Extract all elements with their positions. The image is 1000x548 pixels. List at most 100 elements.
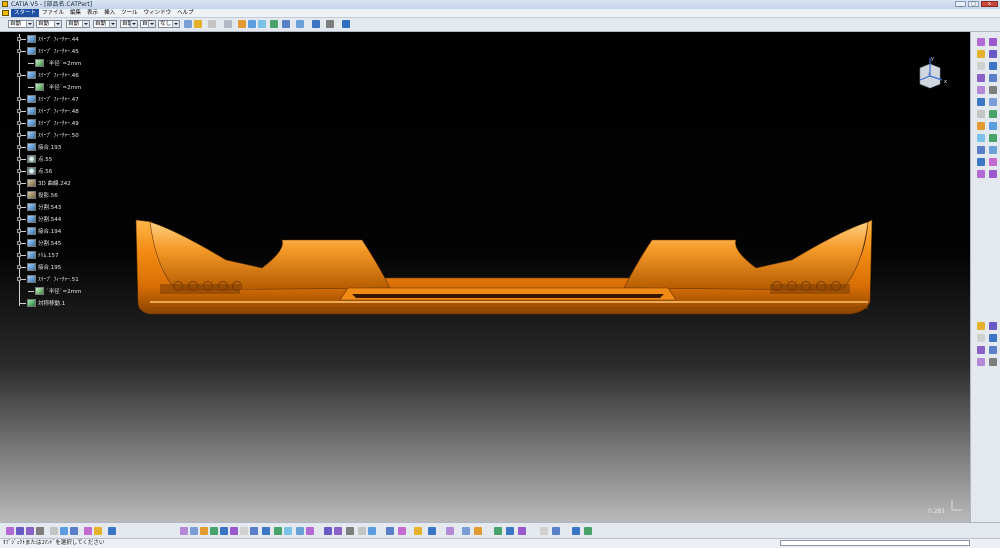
workbench-tool-icon[interactable] [989, 346, 997, 354]
start-menu-icon[interactable] [2, 10, 9, 16]
standard-tool-icon[interactable] [358, 527, 366, 535]
workbench-tool-icon[interactable] [977, 74, 985, 82]
transparency-combo[interactable]: 自動 [36, 20, 62, 28]
rendering-style-combo[interactable]: 自動 [140, 20, 156, 28]
standard-tool-icon[interactable] [16, 527, 24, 535]
workbench-tool-icon[interactable] [977, 50, 985, 58]
standard-tool-icon[interactable] [414, 527, 422, 535]
standard-tool-icon[interactable] [262, 527, 270, 535]
standard-tool-icon[interactable] [296, 527, 304, 535]
workbench-tool-icon[interactable] [989, 74, 997, 82]
blend-icon[interactable] [248, 20, 256, 28]
workbench-tool-icon[interactable] [989, 38, 997, 46]
workbench-tool-icon[interactable] [989, 134, 997, 142]
command-input[interactable] [780, 540, 970, 546]
standard-tool-icon[interactable] [428, 527, 436, 535]
standard-tool-icon[interactable] [70, 527, 78, 535]
workbench-tool-icon[interactable] [977, 146, 985, 154]
workbench-tool-icon[interactable] [989, 322, 997, 330]
standard-tool-icon[interactable] [60, 527, 68, 535]
menu-tools[interactable]: ツール [118, 9, 141, 17]
line-thickness-combo[interactable]: 自動 [66, 20, 90, 28]
compass-widget[interactable]: y x z [914, 54, 952, 90]
standard-tool-icon[interactable] [274, 527, 282, 535]
menu-window[interactable]: ウィンドウ [141, 9, 175, 17]
workbench-tool-icon[interactable] [977, 346, 985, 354]
workbench-tool-icon[interactable] [977, 334, 985, 342]
standard-tool-icon[interactable] [284, 527, 292, 535]
standard-tool-icon[interactable] [552, 527, 560, 535]
workbench-tool-icon[interactable] [989, 334, 997, 342]
menu-view[interactable]: 表示 [84, 9, 101, 17]
maximize-button[interactable]: □ [968, 1, 979, 7]
workbench-tool-icon[interactable] [977, 98, 985, 106]
standard-tool-icon[interactable] [190, 527, 198, 535]
workbench-tool-icon[interactable] [977, 358, 985, 366]
analysis-icon[interactable] [326, 20, 334, 28]
help-icon[interactable] [342, 20, 350, 28]
workbench-tool-icon[interactable] [989, 98, 997, 106]
standard-tool-icon[interactable] [108, 527, 116, 535]
workbench-tool-icon[interactable] [977, 122, 985, 130]
workbench-tool-icon[interactable] [977, 110, 985, 118]
workbench-tool-icon[interactable] [989, 62, 997, 70]
standard-tool-icon[interactable] [230, 527, 238, 535]
workbench-tool-icon[interactable] [989, 110, 997, 118]
point-symbol-combo[interactable]: 自動 [120, 20, 138, 28]
sketch-icon[interactable] [224, 20, 232, 28]
workbench-tool-icon[interactable] [989, 158, 997, 166]
standard-tool-icon[interactable] [324, 527, 332, 535]
line-type-combo[interactable]: 自動 [93, 20, 117, 28]
workbench-tool-icon[interactable] [989, 122, 997, 130]
standard-tool-icon[interactable] [540, 527, 548, 535]
standard-tool-icon[interactable] [386, 527, 394, 535]
standard-tool-icon[interactable] [506, 527, 514, 535]
painter-icon[interactable] [184, 20, 192, 28]
workbench-tool-icon[interactable] [989, 146, 997, 154]
workbench-tool-icon[interactable] [989, 170, 997, 178]
workbench-tool-icon[interactable] [989, 86, 997, 94]
standard-tool-icon[interactable] [446, 527, 454, 535]
standard-tool-icon[interactable] [36, 527, 44, 535]
standard-tool-icon[interactable] [84, 527, 92, 535]
standard-tool-icon[interactable] [334, 527, 342, 535]
workbench-tool-icon[interactable] [977, 158, 985, 166]
standard-tool-icon[interactable] [584, 527, 592, 535]
sweep-icon[interactable] [238, 20, 246, 28]
workbench-tool-icon[interactable] [989, 50, 997, 58]
layer-combo[interactable]: なし [158, 20, 180, 28]
standard-tool-icon[interactable] [220, 527, 228, 535]
standard-tool-icon[interactable] [518, 527, 526, 535]
workbench-tool-icon[interactable] [977, 322, 985, 330]
workbench-tool-icon[interactable] [977, 62, 985, 70]
measure-icon[interactable] [312, 20, 320, 28]
standard-tool-icon[interactable] [94, 527, 102, 535]
menu-help[interactable]: ヘルプ [174, 9, 197, 17]
standard-tool-icon[interactable] [180, 527, 188, 535]
select-icon[interactable] [208, 20, 216, 28]
standard-tool-icon[interactable] [368, 527, 376, 535]
split-icon[interactable] [282, 20, 290, 28]
join-icon[interactable] [270, 20, 278, 28]
fill-icon[interactable] [258, 20, 266, 28]
standard-tool-icon[interactable] [50, 527, 58, 535]
standard-tool-icon[interactable] [240, 527, 248, 535]
workbench-tool-icon[interactable] [977, 134, 985, 142]
workbench-tool-icon[interactable] [977, 86, 985, 94]
standard-tool-icon[interactable] [6, 527, 14, 535]
standard-tool-icon[interactable] [250, 527, 258, 535]
standard-tool-icon[interactable] [210, 527, 218, 535]
standard-tool-icon[interactable] [306, 527, 314, 535]
workbench-tool-icon[interactable] [977, 170, 985, 178]
standard-tool-icon[interactable] [572, 527, 580, 535]
standard-tool-icon[interactable] [200, 527, 208, 535]
trim-icon[interactable] [296, 20, 304, 28]
workbench-tool-icon[interactable] [977, 38, 985, 46]
menu-edit[interactable]: 編集 [67, 9, 84, 17]
menu-file[interactable]: ファイル [39, 9, 67, 17]
standard-tool-icon[interactable] [26, 527, 34, 535]
standard-tool-icon[interactable] [494, 527, 502, 535]
catia-app-icon[interactable] [2, 1, 8, 7]
close-button[interactable]: x [981, 1, 998, 7]
menu-insert[interactable]: 挿入 [101, 9, 118, 17]
